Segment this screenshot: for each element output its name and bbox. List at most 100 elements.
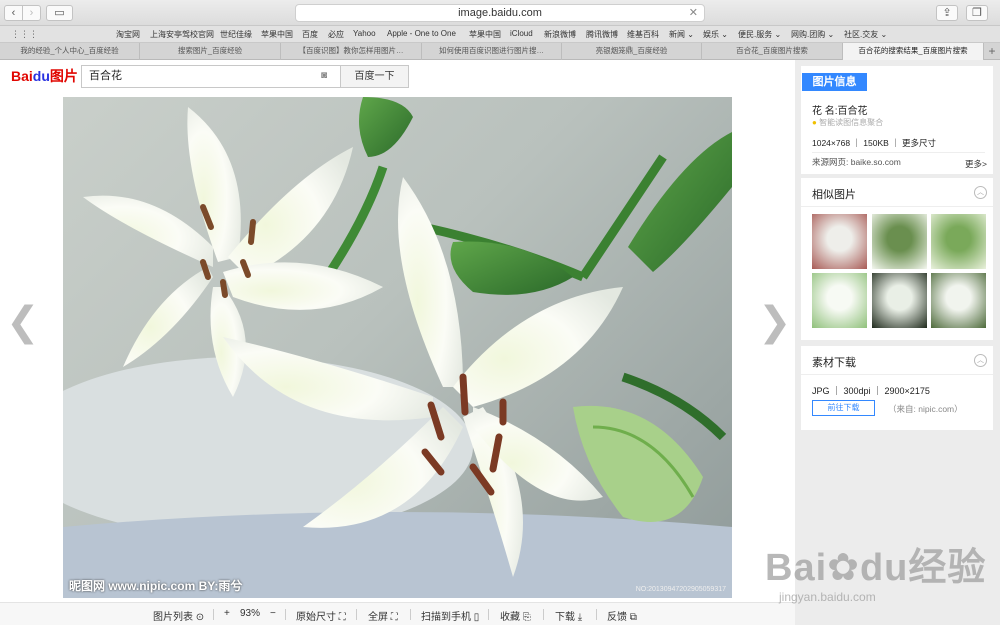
baidu-logo[interactable]: Baidu图片 (11, 66, 78, 90)
favorite-link[interactable]: 百度 (302, 29, 318, 40)
zoom-level: 93% (240, 608, 261, 619)
favorite-button[interactable]: 收藏 ⎘ (500, 608, 531, 623)
browser-tab[interactable]: 如何使用百度识图进行图片搜… (422, 43, 562, 60)
tab-bar: 我的经验_个人中心_百度经验 搜索图片_百度经验 【百度识图】教你怎样用图片… 如何使… (0, 43, 1000, 60)
logo-text-pic: 图片 (49, 68, 78, 84)
divider (801, 374, 993, 375)
forward-button[interactable]: › (22, 5, 41, 21)
more-link[interactable]: 更多> (965, 158, 987, 170)
favorite-link[interactable]: 腾讯微博 (586, 29, 618, 40)
lily-illustration (63, 97, 732, 598)
search-input[interactable]: 百合花 (81, 65, 340, 88)
favorite-link[interactable]: 网购.团购 ⌄ (791, 29, 834, 40)
download-source: （来自: nipic.com） (888, 404, 963, 414)
image-list-button[interactable]: 图片列表 ⊙ (153, 608, 204, 623)
info-hint-text: 智能读图信息聚合 (819, 118, 884, 127)
toolbar-divider (356, 609, 357, 620)
similar-image-thumbnail[interactable] (931, 273, 986, 328)
favorite-link[interactable]: 新闻 ⌄ (669, 29, 694, 40)
camera-icon[interactable]: ◙ (321, 70, 327, 81)
logo-text-du: du (32, 68, 50, 84)
previous-arrow-icon[interactable]: ❮ (6, 302, 40, 342)
back-button[interactable]: ‹ (4, 5, 23, 21)
favorite-link[interactable]: 必应 (328, 29, 344, 40)
photo-id: NO:20130947202905059317 (635, 586, 726, 593)
plus-icon: + (988, 44, 996, 58)
favorite-link[interactable]: Yahoo (353, 29, 376, 38)
favorite-link[interactable]: 上海安亭驾校官网 (150, 29, 214, 40)
browser-tab[interactable]: 搜索图片_百度经验 (140, 43, 281, 60)
share-icon: ⇪ (942, 7, 952, 19)
photo-watermark: 昵图网 www.nipic.com BY:雨兮 (69, 579, 243, 593)
logo-text-bai: Bai (11, 68, 33, 84)
image-info-title: 图片信息 (802, 73, 867, 91)
favorite-link[interactable]: 维基百科 (627, 29, 659, 40)
favorite-link[interactable]: 淘宝网 (116, 29, 140, 40)
favorite-link[interactable]: 娱乐 ⌄ (703, 29, 728, 40)
toolbar-divider (488, 609, 489, 620)
browser-tab[interactable]: 亮银烟笼鼎_百度经验 (562, 43, 702, 60)
address-url: image.baidu.com (458, 7, 542, 19)
zoom-in-button[interactable]: + (224, 608, 230, 619)
sidebar-button[interactable]: ▭ (46, 5, 73, 21)
similar-image-thumbnail[interactable] (931, 214, 986, 269)
browser-tab[interactable]: 我的经验_个人中心_百度经验 (0, 43, 140, 60)
flower-name: 花 名:百合花 (812, 106, 868, 117)
favorite-link[interactable]: iCloud (510, 29, 533, 38)
similar-image-thumbnail[interactable] (872, 273, 927, 328)
go-download-button[interactable]: 前往下载 (812, 400, 875, 416)
sidebar-icon: ▭ (54, 7, 65, 19)
scan-to-phone-button[interactable]: 扫描到手机 ▯ (421, 608, 479, 623)
download-button[interactable]: 下载 ⤓ (555, 608, 582, 623)
new-tab-button[interactable]: + (984, 43, 1000, 60)
favorite-link[interactable]: 世纪佳缘 (220, 29, 252, 40)
download-meta: JPG ｜ 300dpi ｜ 2900×2175 (812, 386, 930, 396)
safari-title-bar: ‹ › ▭ image.baidu.com ✕ ⇪ ❐ (0, 0, 1000, 26)
chevron-left-icon: ‹ (11, 7, 16, 19)
info-hint: ● 智能读图信息聚合 (812, 117, 883, 128)
browser-tab[interactable]: 百合花的搜索结果_百度图片搜索 (843, 43, 984, 60)
baidu-jingyan-watermark: Bai✿du经验 jingyan.baidu.com (765, 516, 995, 612)
chevron-up-icon[interactable]: ︿ (974, 186, 987, 199)
favorite-link[interactable]: 苹果中国 (261, 29, 293, 40)
grid-icon[interactable]: ⋮⋮⋮ (11, 29, 38, 39)
watermark-brand: Bai✿du经验 (765, 547, 987, 589)
favorite-link[interactable]: Apple - One to One (387, 29, 456, 38)
similar-images-title: 相似图片 (812, 189, 856, 201)
watermark-url: jingyan.baidu.com (779, 590, 876, 604)
image-info-card: 图片信息 花 名:百合花 ● 智能读图信息聚合 1024×768 ｜ 150KB… (801, 66, 993, 174)
favorite-link[interactable]: 社区.交友 ⌄ (844, 29, 887, 40)
original-size-button[interactable]: 原始尺寸 ⛶ (296, 608, 346, 623)
divider (812, 152, 985, 153)
favorite-link[interactable]: 新浪微博 (544, 29, 576, 40)
lightbulb-icon: ● (812, 118, 817, 127)
tabs-icon: ❐ (972, 7, 982, 19)
toolbar-divider (543, 609, 544, 620)
toolbar-divider (596, 609, 597, 620)
toolbar-divider (213, 609, 214, 620)
browser-tab[interactable]: 【百度识图】教你怎样用图片… (281, 43, 422, 60)
share-button[interactable]: ⇪ (936, 5, 958, 21)
address-bar[interactable]: image.baidu.com ✕ (295, 4, 705, 22)
main-photo: 昵图网 www.nipic.com BY:雨兮 NO:2013094720290… (63, 97, 732, 598)
clear-icon[interactable]: ✕ (689, 5, 698, 21)
divider (801, 206, 993, 207)
favorite-link[interactable]: 苹果中国 (469, 29, 501, 40)
search-button[interactable]: 百度一下 (340, 65, 409, 88)
zoom-out-button[interactable]: − (270, 608, 276, 619)
chevron-right-icon: › (29, 7, 34, 19)
similar-image-thumbnail[interactable] (812, 214, 867, 269)
similar-image-thumbnail[interactable] (872, 214, 927, 269)
show-tabs-button[interactable]: ❐ (966, 5, 988, 21)
material-download-card: 素材下载 ︿ JPG ｜ 300dpi ｜ 2900×2175 前往下载 （来自… (801, 346, 993, 430)
favorite-link[interactable]: 便民.服务 ⌄ (738, 29, 781, 40)
similar-image-thumbnail[interactable] (812, 273, 867, 328)
source-page[interactable]: 来源网页: baike.so.com (812, 156, 901, 168)
similar-images-card: 相似图片 ︿ (801, 178, 993, 340)
browser-tab[interactable]: 百合花_百度图片搜索 (702, 43, 843, 60)
image-meta[interactable]: 1024×768 ｜ 150KB ｜ 更多尺寸 (812, 137, 936, 149)
chevron-up-icon[interactable]: ︿ (974, 354, 987, 367)
next-arrow-icon[interactable]: ❯ (758, 302, 792, 342)
fullscreen-button[interactable]: 全屏 ⛶ (368, 608, 398, 623)
feedback-button[interactable]: 反馈 ⧉ (607, 608, 637, 623)
